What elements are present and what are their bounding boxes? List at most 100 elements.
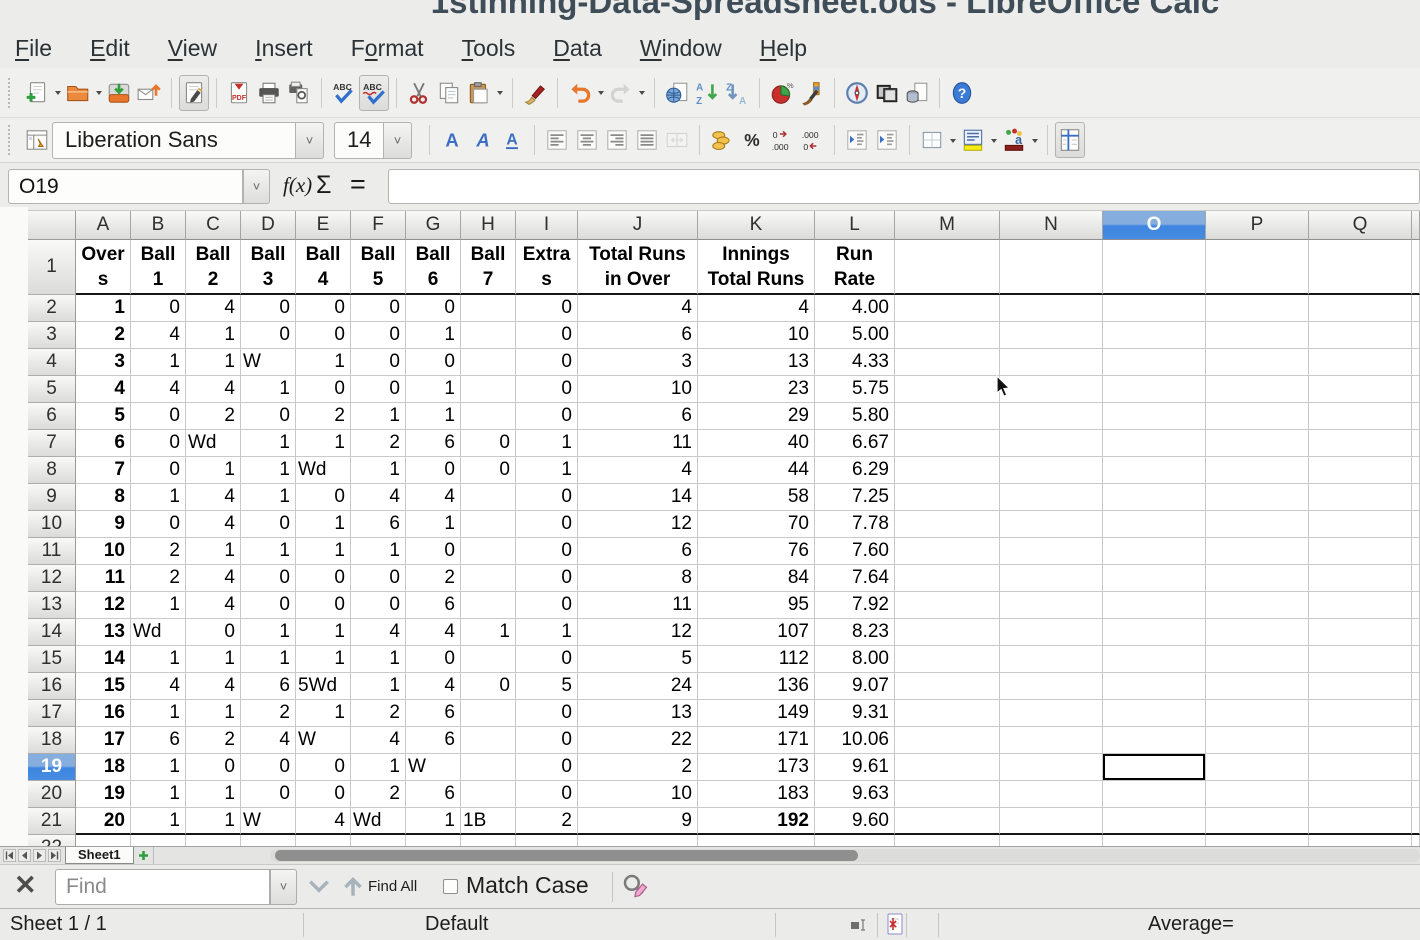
cell-H1[interactable]: Ball 7 xyxy=(461,240,516,295)
sort-descending-icon[interactable]: ZA xyxy=(722,75,752,111)
cell-A17[interactable]: 16 xyxy=(76,700,131,727)
cell-B16[interactable]: 4 xyxy=(131,673,186,700)
cell-P18[interactable] xyxy=(1206,727,1309,754)
cell-F5[interactable]: 0 xyxy=(351,376,406,403)
row-header-2[interactable]: 2 xyxy=(28,295,76,322)
cell-P21[interactable] xyxy=(1206,808,1309,835)
cell-J5[interactable]: 10 xyxy=(578,376,698,403)
cell-P2[interactable] xyxy=(1206,295,1309,322)
cell-O7[interactable] xyxy=(1103,430,1206,457)
cell-Q10[interactable] xyxy=(1309,511,1412,538)
cell-N19[interactable] xyxy=(1000,754,1103,781)
cell-D15[interactable]: 1 xyxy=(241,646,296,673)
cell-A22[interactable] xyxy=(76,835,131,846)
cell-Q3[interactable] xyxy=(1309,322,1412,349)
cell-sliver-13[interactable] xyxy=(1412,592,1420,619)
cell-L8[interactable]: 6.29 xyxy=(815,457,895,484)
row-header-1[interactable]: 1 xyxy=(28,240,76,295)
cell-L22[interactable] xyxy=(815,835,895,846)
cell-B17[interactable]: 1 xyxy=(131,700,186,727)
cell-K4[interactable]: 13 xyxy=(698,349,815,376)
cell-sliver-2[interactable] xyxy=(1412,295,1420,322)
insert-chart-icon[interactable]: % xyxy=(767,75,797,111)
cell-M7[interactable] xyxy=(895,430,1000,457)
cell-E17[interactable]: 1 xyxy=(296,700,351,727)
cell-L10[interactable]: 7.78 xyxy=(815,511,895,538)
cell-N11[interactable] xyxy=(1000,538,1103,565)
cell-E16[interactable]: 5Wd xyxy=(296,673,351,700)
cell-G7[interactable]: 6 xyxy=(406,430,461,457)
cell-Q12[interactable] xyxy=(1309,565,1412,592)
cell-D4[interactable]: W xyxy=(241,349,296,376)
cell-K15[interactable]: 112 xyxy=(698,646,815,673)
cell-P19[interactable] xyxy=(1206,754,1309,781)
cell-O17[interactable] xyxy=(1103,700,1206,727)
cell-L3[interactable]: 5.00 xyxy=(815,322,895,349)
cell-C5[interactable]: 4 xyxy=(186,376,241,403)
cell-F7[interactable]: 2 xyxy=(351,430,406,457)
cell-B22[interactable] xyxy=(131,835,186,846)
cell-M6[interactable] xyxy=(895,403,1000,430)
cell-G12[interactable]: 2 xyxy=(406,565,461,592)
cell-O4[interactable] xyxy=(1103,349,1206,376)
cell-M21[interactable] xyxy=(895,808,1000,835)
cell-N21[interactable] xyxy=(1000,808,1103,835)
column-header-H[interactable]: H xyxy=(461,211,516,240)
cell-A10[interactable]: 9 xyxy=(76,511,131,538)
cell-C9[interactable]: 4 xyxy=(186,484,241,511)
cell-O19[interactable] xyxy=(1103,754,1206,781)
cell-H15[interactable] xyxy=(461,646,516,673)
cell-N22[interactable] xyxy=(1000,835,1103,846)
cell-E6[interactable]: 2 xyxy=(296,403,351,430)
cell-Q19[interactable] xyxy=(1309,754,1412,781)
cell-sliver-12[interactable] xyxy=(1412,565,1420,592)
cell-D18[interactable]: 4 xyxy=(241,727,296,754)
first-sheet-icon[interactable] xyxy=(3,849,16,862)
navigator-icon[interactable] xyxy=(842,75,872,111)
cell-M4[interactable] xyxy=(895,349,1000,376)
gallery-icon[interactable] xyxy=(872,75,902,111)
cell-M18[interactable] xyxy=(895,727,1000,754)
cell-N4[interactable] xyxy=(1000,349,1103,376)
cell-N7[interactable] xyxy=(1000,430,1103,457)
cell-E20[interactable]: 0 xyxy=(296,781,351,808)
cell-B9[interactable]: 1 xyxy=(131,484,186,511)
cell-A14[interactable]: 13 xyxy=(76,619,131,646)
align-right-icon[interactable] xyxy=(602,122,632,158)
cell-N20[interactable] xyxy=(1000,781,1103,808)
cell-P17[interactable] xyxy=(1206,700,1309,727)
cell-F13[interactable]: 0 xyxy=(351,592,406,619)
cell-J21[interactable]: 9 xyxy=(578,808,698,835)
cell-G15[interactable]: 0 xyxy=(406,646,461,673)
menu-insert[interactable]: Insert xyxy=(236,28,332,68)
cell-K5[interactable]: 23 xyxy=(698,376,815,403)
cell-B8[interactable]: 0 xyxy=(131,457,186,484)
cell-K14[interactable]: 107 xyxy=(698,619,815,646)
cell-O15[interactable] xyxy=(1103,646,1206,673)
background-color-dropdown-arrow[interactable] xyxy=(988,123,999,157)
cell-P4[interactable] xyxy=(1206,349,1309,376)
cell-D17[interactable]: 2 xyxy=(241,700,296,727)
cell-I10[interactable]: 0 xyxy=(516,511,578,538)
cell-I14[interactable]: 1 xyxy=(516,619,578,646)
cell-G21[interactable]: 1 xyxy=(406,808,461,835)
cell-B6[interactable]: 0 xyxy=(131,403,186,430)
cell-L7[interactable]: 6.67 xyxy=(815,430,895,457)
cell-K10[interactable]: 70 xyxy=(698,511,815,538)
cell-J20[interactable]: 10 xyxy=(578,781,698,808)
cell-G8[interactable]: 0 xyxy=(406,457,461,484)
cell-K8[interactable]: 44 xyxy=(698,457,815,484)
align-left-icon[interactable] xyxy=(542,122,572,158)
cell-I13[interactable]: 0 xyxy=(516,592,578,619)
cell-D21[interactable]: W xyxy=(241,808,296,835)
cell-O1[interactable] xyxy=(1103,240,1206,295)
cell-H12[interactable] xyxy=(461,565,516,592)
cell-D22[interactable] xyxy=(241,835,296,846)
increase-indent-icon[interactable] xyxy=(872,122,902,158)
cell-K9[interactable]: 58 xyxy=(698,484,815,511)
cell-Q6[interactable] xyxy=(1309,403,1412,430)
cell-sliver-11[interactable] xyxy=(1412,538,1420,565)
cell-F17[interactable]: 2 xyxy=(351,700,406,727)
cell-L5[interactable]: 5.75 xyxy=(815,376,895,403)
cell-C14[interactable]: 0 xyxy=(186,619,241,646)
